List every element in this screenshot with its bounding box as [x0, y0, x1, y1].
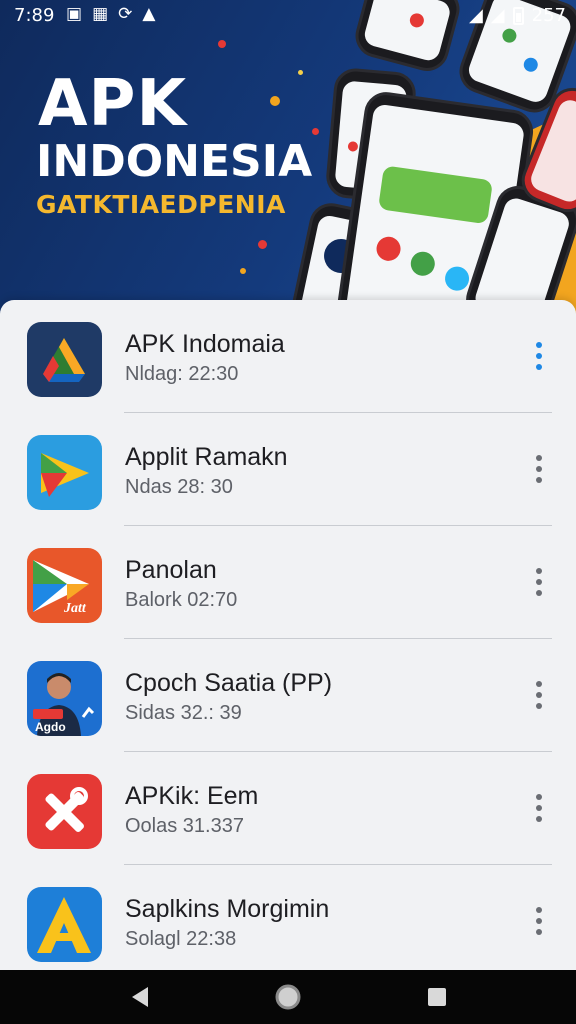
- app-name: APK Indomaia: [125, 330, 285, 358]
- list-item[interactable]: APKik: Eem Oolas 31.337: [0, 752, 576, 865]
- drive-triangle-icon: [27, 322, 102, 397]
- hero-tagline: GATKTIAEDPENIA: [36, 190, 286, 219]
- play-triangle-icon: [27, 435, 102, 510]
- app-meta: Oolas 31.337: [125, 815, 244, 837]
- decor-dot: [312, 128, 319, 135]
- recents-icon[interactable]: [422, 982, 452, 1012]
- hero-banner: APK INDONESIA GATKTIAEDPENIA: [0, 0, 576, 330]
- overflow-menu-icon[interactable]: [525, 675, 553, 715]
- hero-subtitle: INDONESIA: [36, 136, 313, 187]
- decor-dot: [258, 240, 267, 249]
- decor-dot: [240, 268, 246, 274]
- app-list: APK Indomaia Nldag: 22:30 Applit Ramakn …: [0, 300, 576, 970]
- icon-label: Jatt: [63, 601, 87, 616]
- overflow-menu-icon[interactable]: [525, 901, 553, 941]
- navigation-bar: [0, 970, 576, 1024]
- app-screen: APK INDONESIA GATKTIAEDPENIA 7:89 ▣ ▦ ⟳ …: [0, 0, 576, 1024]
- app-meta: Solagl 22:38: [125, 928, 237, 950]
- app-name: Panolan: [125, 556, 217, 584]
- app-meta: Ndas 28: 30: [125, 476, 233, 498]
- list-item[interactable]: Saplkins Morgimin Solagl 22:38: [0, 865, 576, 978]
- hero-title: APK: [38, 67, 188, 141]
- status-bar: 7:89 ▣ ▦ ⟳ ▲ ◢ ◢ 257: [0, 0, 576, 32]
- play-store-icon: Jatt: [27, 548, 102, 623]
- app-name: Applit Ramakn: [125, 443, 288, 471]
- battery-icon: [512, 6, 524, 25]
- decor-dot: [218, 40, 226, 48]
- news-icon: ▣: [66, 4, 83, 24]
- app-name: Cpoch Saatia (PP): [125, 669, 333, 697]
- overflow-menu-icon[interactable]: [525, 449, 553, 489]
- app-name: Saplkins Morgimin: [125, 895, 330, 923]
- sync-icon: ⟳: [118, 4, 133, 24]
- app-meta: Nldag: 22:30: [125, 363, 239, 385]
- person-badge-icon: Agdo: [27, 661, 102, 736]
- icon-label: Agdo: [35, 720, 66, 734]
- app-meta: Sidas 32.: 39: [125, 702, 242, 724]
- list-item[interactable]: Jatt Panolan Balork 02:70: [0, 526, 576, 639]
- home-icon[interactable]: [273, 982, 303, 1012]
- overflow-menu-icon[interactable]: [525, 788, 553, 828]
- signal-icon: ◢: [490, 5, 505, 26]
- status-time: 7:89: [14, 5, 55, 26]
- photo-icon: ▦: [92, 4, 109, 24]
- list-item[interactable]: APK Indomaia Nldag: 22:30: [0, 300, 576, 413]
- overflow-menu-icon[interactable]: [525, 336, 553, 376]
- app-meta: Balork 02:70: [125, 589, 238, 611]
- list-item[interactable]: Applit Ramakn Ndas 28: 30: [0, 413, 576, 526]
- back-icon[interactable]: [126, 982, 156, 1012]
- tools-cross-icon: [27, 774, 102, 849]
- letter-a-icon: [27, 887, 102, 962]
- cap-icon: ▲: [142, 4, 156, 24]
- battery-level: 257: [531, 5, 566, 26]
- decor-dot: [298, 70, 303, 75]
- decor-dot: [270, 96, 280, 106]
- app-name: APKik: Eem: [125, 782, 259, 810]
- wifi-icon: ◢: [468, 5, 483, 26]
- list-item[interactable]: Agdo Cpoch Saatia (PP) Sidas 32.: 39: [0, 639, 576, 752]
- overflow-menu-icon[interactable]: [525, 562, 553, 602]
